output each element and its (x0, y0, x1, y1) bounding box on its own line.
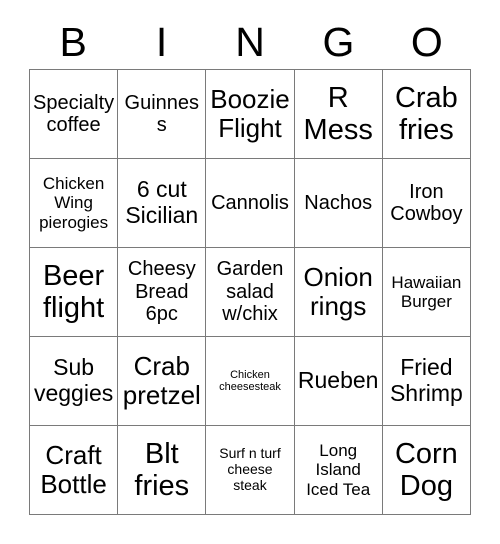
bingo-cell-label: Sub veggies (33, 354, 114, 406)
bingo-cell-b5[interactable]: Craft Bottle (30, 426, 119, 515)
bingo-cell-label: Garden salad w/chix (216, 258, 284, 326)
bingo-cell-i2[interactable]: 6 cut Sicilian (118, 159, 207, 248)
bingo-cell-g5[interactable]: Long Island Iced Tea (294, 426, 383, 515)
bingo-cell-i4[interactable]: Crab pretzel (118, 337, 207, 426)
bingo-header-letter-o: O (410, 18, 443, 65)
bingo-cell-label: Crab pretzel (122, 350, 201, 410)
bingo-cell-g1[interactable]: R Mess (294, 70, 383, 159)
bingo-cell-n3[interactable]: Garden salad w/chix (206, 248, 295, 337)
bingo-header-letter-n: N (235, 18, 265, 65)
bingo-card: B I N G O Specialty coffee Guinness Booz… (0, 0, 500, 544)
bingo-cell-n4[interactable]: Chicken cheesesteak (206, 337, 295, 426)
bingo-cell-label: Chicken Wing pierogies (39, 174, 109, 232)
bingo-cell-label: Rueben (297, 367, 379, 394)
bingo-cell-label: Boozie Flight (210, 83, 290, 143)
bingo-header-letter-b: B (59, 18, 87, 65)
bingo-cell-n1[interactable]: Boozie Flight (206, 70, 295, 159)
bingo-cell-label: Craft Bottle (40, 439, 107, 499)
bingo-cell-o5[interactable]: Corn Dog (382, 426, 471, 515)
bingo-cell-n2[interactable]: Cannolis (206, 159, 295, 248)
bingo-cell-label: Onion rings (303, 261, 373, 321)
bingo-cell-label: Nachos (304, 191, 373, 214)
bingo-cell-label: Long Island Iced Tea (306, 441, 371, 499)
bingo-header-letter-g: G (322, 18, 355, 65)
bingo-cell-label: Iron Cowboy (390, 180, 463, 225)
bingo-grid: Specialty coffee Guinness Boozie Flight … (29, 69, 471, 515)
bingo-cell-label: Chicken cheesesteak (219, 368, 281, 393)
bingo-cell-label: Beer flight (42, 259, 105, 324)
bingo-cell-i1[interactable]: Guinness (118, 70, 207, 159)
bingo-cell-b1[interactable]: Specialty coffee (30, 70, 119, 159)
bingo-cell-o3[interactable]: Hawaiian Burger (382, 248, 471, 337)
bingo-cell-g3[interactable]: Onion rings (294, 248, 383, 337)
bingo-cell-b2[interactable]: Chicken Wing pierogies (30, 159, 119, 248)
bingo-cell-label: 6 cut Sicilian (125, 176, 199, 228)
bingo-cell-i3[interactable]: Cheesy Bread 6pc (118, 248, 207, 337)
bingo-cell-label: Specialty coffee (33, 91, 115, 136)
bingo-cell-g4[interactable]: Rueben (294, 337, 383, 426)
bingo-cell-b4[interactable]: Sub veggies (30, 337, 119, 426)
bingo-cell-label: Guinness (124, 91, 200, 136)
bingo-cell-b3[interactable]: Beer flight (30, 248, 119, 337)
bingo-cell-label: Hawaiian Burger (391, 272, 462, 311)
bingo-cell-label: R Mess (303, 81, 373, 146)
bingo-cell-i5[interactable]: Blt fries (118, 426, 207, 515)
bingo-cell-label: Cheesy Bread 6pc (127, 258, 196, 326)
bingo-cell-label: Surf n turf cheese steak (219, 445, 281, 493)
bingo-cell-o1[interactable]: Crab fries (382, 70, 471, 159)
bingo-cell-o4[interactable]: Fried Shrimp (382, 337, 471, 426)
bingo-header-letter-i: I (155, 18, 168, 65)
bingo-cell-label: Crab fries (394, 81, 458, 146)
bingo-cell-label: Corn Dog (394, 437, 458, 502)
bingo-cell-label: Fried Shrimp (389, 354, 463, 406)
bingo-cell-label: Blt fries (134, 437, 190, 502)
bingo-cell-g2[interactable]: Nachos (294, 159, 383, 248)
bingo-cell-label: Cannolis (211, 191, 289, 214)
bingo-cell-o2[interactable]: Iron Cowboy (382, 159, 471, 248)
bingo-cell-n5[interactable]: Surf n turf cheese steak (206, 426, 295, 515)
bingo-header: B I N G O (29, 18, 471, 66)
